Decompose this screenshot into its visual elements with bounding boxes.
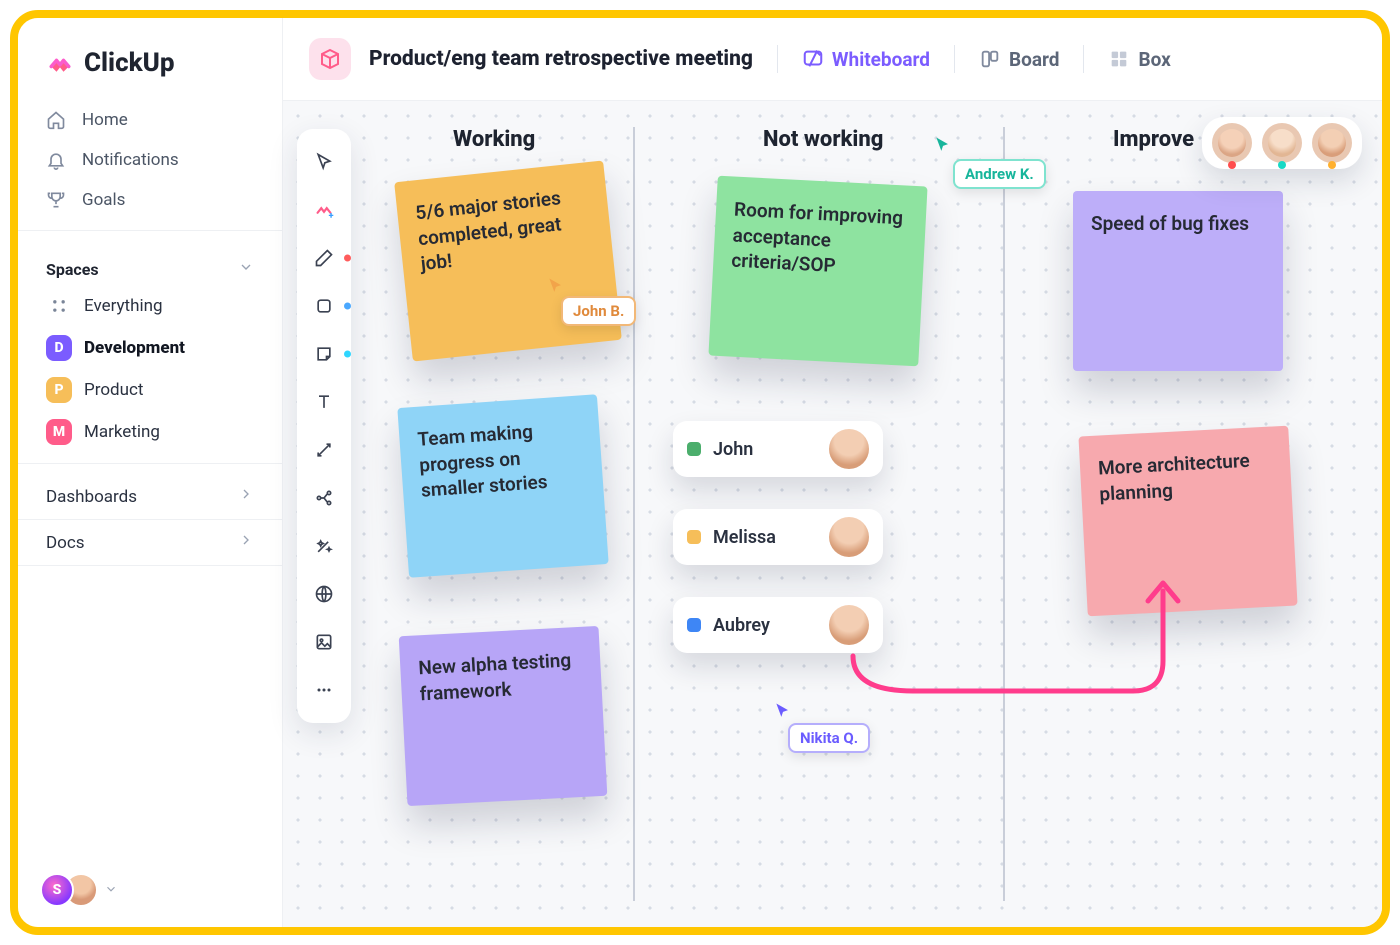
column-divider xyxy=(1003,127,1005,901)
space-badge: M xyxy=(46,419,72,445)
view-whiteboard[interactable]: Whiteboard xyxy=(802,48,930,71)
sidebar: ClickUp Home Notifications Goals Spaces xyxy=(18,18,283,927)
column-working: Working xyxy=(453,127,535,152)
remote-cursor-label: John B. xyxy=(561,296,636,326)
tool-draw[interactable] xyxy=(303,237,345,279)
status-dot xyxy=(687,530,701,544)
chevron-down-icon xyxy=(238,259,254,279)
whiteboard-toolbar: + xyxy=(297,129,351,723)
sticky-note[interactable]: Speed of bug fixes xyxy=(1073,191,1283,371)
tool-magic[interactable] xyxy=(303,525,345,567)
clickup-logo-icon xyxy=(46,49,74,77)
user-switcher[interactable] xyxy=(18,863,282,913)
whiteboard-canvas[interactable]: + Working Not working Improve xyxy=(283,101,1382,927)
person-card[interactable]: John xyxy=(673,421,883,477)
column-not-working: Not working xyxy=(763,127,883,152)
avatar xyxy=(829,605,869,645)
remote-cursor-icon xyxy=(773,701,793,721)
brand-name: ClickUp xyxy=(84,48,175,78)
presence-avatars[interactable] xyxy=(1202,117,1362,169)
trophy-icon xyxy=(46,190,68,210)
remote-cursor-icon xyxy=(933,135,953,155)
tool-text[interactable] xyxy=(303,381,345,423)
tool-more[interactable] xyxy=(303,669,345,711)
space-marketing[interactable]: MMarketing xyxy=(18,411,282,453)
sticky-note[interactable]: Team making progress on smaller stories xyxy=(397,394,608,578)
chevron-right-icon xyxy=(238,486,254,507)
nav-notifications[interactable]: Notifications xyxy=(18,140,282,180)
tool-web[interactable] xyxy=(303,573,345,615)
remote-cursor-label: Nikita Q. xyxy=(788,723,870,753)
page-title: Product/eng team retrospective meeting xyxy=(369,47,753,71)
section-docs[interactable]: Docs xyxy=(18,520,282,565)
nav-goals[interactable]: Goals xyxy=(18,180,282,220)
view-box[interactable]: Box xyxy=(1108,48,1170,71)
space-everything[interactable]: Everything xyxy=(18,285,282,327)
sticky-note[interactable]: More architecture planning xyxy=(1078,426,1297,617)
space-badge: D xyxy=(46,335,72,361)
main: Product/eng team retrospective meeting W… xyxy=(283,18,1382,927)
view-board[interactable]: Board xyxy=(979,48,1060,71)
tool-clickup[interactable]: + xyxy=(303,189,345,231)
remote-cursor-label: Andrew K. xyxy=(953,159,1046,189)
person-card[interactable]: Melissa xyxy=(673,509,883,565)
sticky-note[interactable]: Room for improving acceptance criteria/S… xyxy=(708,176,927,367)
chevron-down-icon xyxy=(104,881,118,900)
whiteboard-icon xyxy=(802,48,824,70)
person-card[interactable]: Aubrey xyxy=(673,597,883,653)
svg-text:+: + xyxy=(329,211,334,221)
topbar: Product/eng team retrospective meeting W… xyxy=(283,18,1382,101)
avatar-badge xyxy=(40,873,74,907)
home-icon xyxy=(46,110,68,130)
remote-cursor-icon xyxy=(546,276,566,296)
tool-diagram[interactable] xyxy=(303,477,345,519)
nav-home[interactable]: Home xyxy=(18,100,282,140)
bell-icon xyxy=(46,150,68,170)
box-icon xyxy=(1108,48,1130,70)
sticky-note[interactable]: 5/6 major stories completed, great job! xyxy=(394,161,622,362)
tool-image[interactable] xyxy=(303,621,345,663)
avatar[interactable] xyxy=(1262,123,1302,163)
space-badge: P xyxy=(46,377,72,403)
tool-connector[interactable] xyxy=(303,429,345,471)
cube-icon[interactable] xyxy=(309,38,351,80)
board-icon xyxy=(979,48,1001,70)
avatar[interactable] xyxy=(1212,123,1252,163)
section-dashboards[interactable]: Dashboards xyxy=(18,474,282,519)
tool-sticky[interactable] xyxy=(303,333,345,375)
avatar xyxy=(829,517,869,557)
status-dot xyxy=(687,618,701,632)
tool-shape[interactable] xyxy=(303,285,345,327)
column-improve: Improve xyxy=(1113,127,1194,152)
tool-select[interactable] xyxy=(303,141,345,183)
column-divider xyxy=(633,127,635,901)
sticky-note[interactable]: New alpha testing framework xyxy=(399,626,608,806)
grid-dots-icon xyxy=(46,293,72,319)
avatar xyxy=(829,429,869,469)
spaces-header[interactable]: Spaces xyxy=(18,241,282,285)
chevron-right-icon xyxy=(238,532,254,553)
brand-logo[interactable]: ClickUp xyxy=(18,42,282,100)
status-dot xyxy=(687,442,701,456)
space-development[interactable]: DDevelopment xyxy=(18,327,282,369)
space-product[interactable]: PProduct xyxy=(18,369,282,411)
avatar[interactable] xyxy=(1312,123,1352,163)
